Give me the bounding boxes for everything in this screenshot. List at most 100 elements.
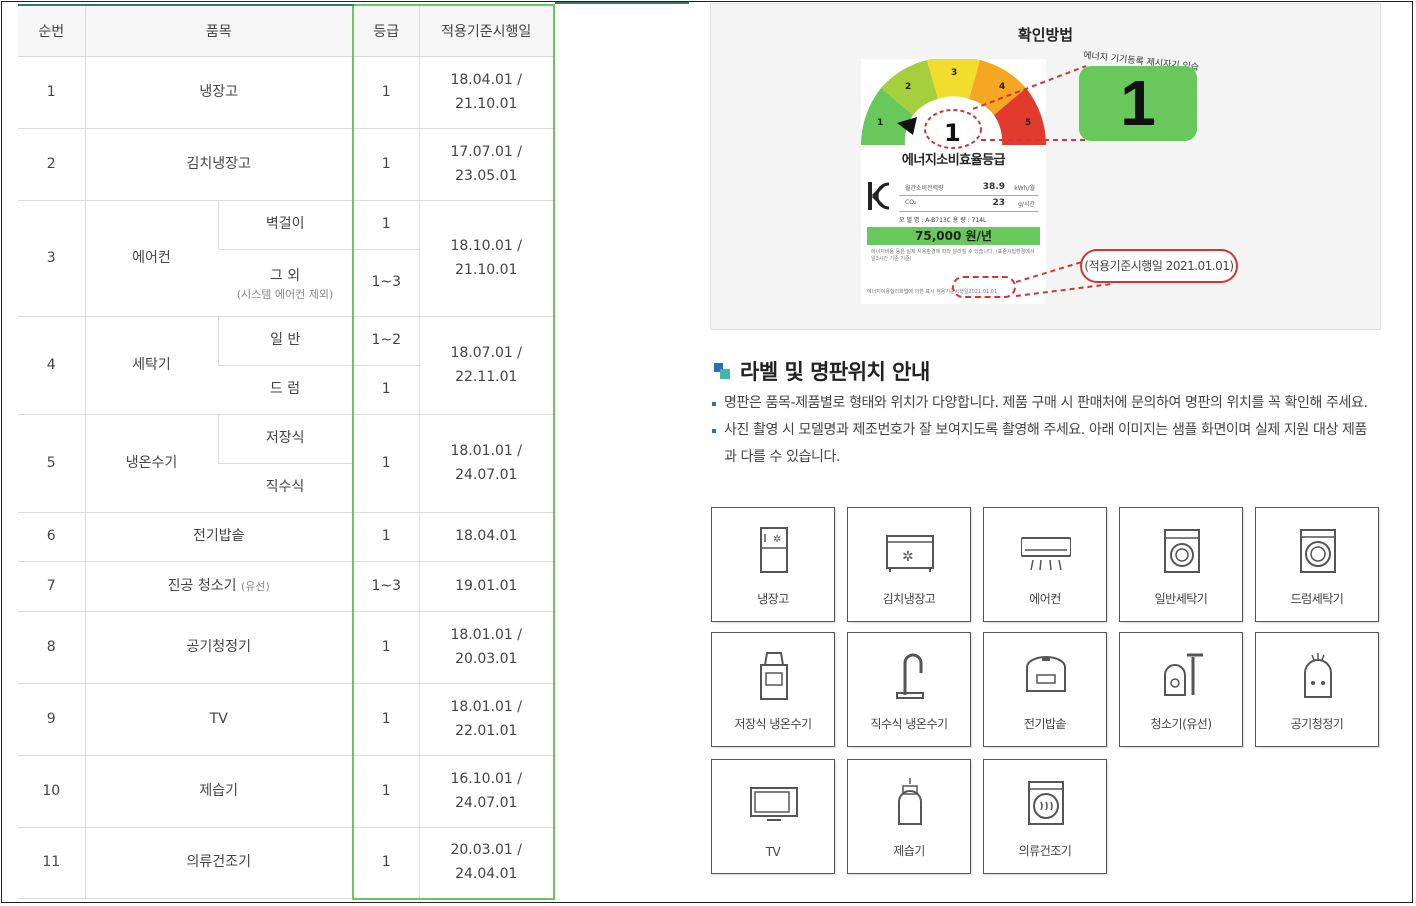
row-grade: 1~2 [352,316,420,366]
zoomed-grade-badge: 1 [1079,66,1197,141]
refrigerator-icon: ✲ [760,527,788,573]
dehumidifier-icon [898,778,922,825]
guide-title: 라벨 및 명판위치 안내 [740,360,930,384]
kimchi-refrigerator-icon: ✲ [886,535,934,572]
tile-air-purifier[interactable]: 공기청정기 [1255,632,1379,747]
row-item: 전기밥솥 [84,512,353,562]
row-item: 의류건조기 [84,827,353,899]
date-end: 24.07.01 [455,794,518,811]
row-item: 김치냉장고 [84,128,353,201]
tile-label: 저장식 냉온수기 [734,717,812,731]
tile-refrigerator[interactable]: ✲ 냉장고 [711,507,835,622]
row-no: 8 [18,611,85,684]
row-grade: 1~3 [352,249,420,317]
row-no: 4 [18,316,85,415]
date-end: 22.11.01 [455,368,518,385]
date-end: 21.10.01 [455,95,518,112]
date-end: 21.10.01 [455,261,518,278]
row-item: 진공 청소기 (유선) [84,561,353,612]
row-date: 18.01.01 / 24.07.01 [418,414,555,513]
table-row: 2 김치냉장고 1 17.07.01 / 23.05.01 [18,128,555,201]
tile-label: 에어컨 [1029,592,1061,606]
row-no: 7 [18,561,85,612]
table-row: 7 진공 청소기 (유선) 1~3 19.01.01 [18,561,555,612]
guide-bullet: 명판은 품목-제품별로 형태와 위치가 다양합니다. 제품 구매 시 판매처에 … [708,390,1378,417]
table-row: 8 공기청정기 1 18.01.01 / 20.03.01 [18,611,555,684]
tile-vacuum-cleaner[interactable]: 청소기(유선) [1119,632,1243,747]
row-subitem: 그 외 (시스템 에어컨 제외) [218,249,353,317]
top-load-washer-icon [1164,529,1200,573]
row-grade: 1 [352,56,420,129]
row-item: 공기청정기 [84,611,353,684]
air-purifier-icon [1304,653,1332,698]
storage-water-dispenser-icon [760,652,788,700]
header-item: 품목 [84,4,353,57]
row-subitem: 직수식 [218,463,353,513]
item-label: 진공 청소기 [167,577,237,594]
date-start: 18.01.01 / [450,698,522,715]
tile-rice-cooker[interactable]: 전기밥솥 [983,632,1107,747]
clothes-dryer-icon [1028,781,1064,825]
row-no: 3 [18,200,85,317]
row-grade: 1 [352,683,420,756]
grade-table: 순번 품목 등급 적용기준시행일 1 냉장고 1 18.04.01 / 21.10… [18,4,555,900]
tile-tv[interactable]: TV [711,759,835,874]
table-row: 4 세탁기 일 반 1~2 18.07.01 / 22.11.01 [18,316,555,415]
svg-text:✲: ✲ [773,534,781,545]
drum-washer-icon [1300,529,1336,573]
row-item: TV [84,683,353,756]
row-subitem: 저장식 [217,414,353,464]
tv-icon [750,787,798,821]
row-item: 에어컨 [84,200,218,317]
row-item: 세탁기 [84,316,218,415]
section-mark-icon [714,363,730,379]
tile-label: TV [765,845,781,859]
row-date: 18.01.01 / 22.01.01 [418,683,555,756]
tile-drum-washer[interactable]: 드럼세탁기 [1255,507,1379,622]
date-start: 20.03.01 / [450,841,522,858]
date-end: 20.03.01 [455,650,518,667]
date-end: 24.07.01 [455,466,518,483]
date-end: 24.04.01 [455,865,518,882]
row-no: 1 [18,56,85,129]
header-grade: 등급 [352,4,420,57]
tile-dehumidifier[interactable]: 제습기 [847,759,971,874]
row-item: 냉장고 [84,56,353,129]
tile-direct-water-dispenser[interactable]: 직수식 냉온수기 [847,632,971,747]
top-divider [555,2,689,4]
date-start: 17.07.01 / [450,143,522,160]
tile-kimchi-refrigerator[interactable]: ✲ 김치냉장고 [847,507,971,622]
tile-air-conditioner[interactable]: 에어컨 [983,507,1107,622]
callout-lines [972,65,1112,297]
tile-top-load-washer[interactable]: 일반세탁기 [1119,507,1243,622]
row-date: 18.04.01 / 21.10.01 [418,56,555,129]
row-no: 10 [18,755,85,828]
table-row: 1 냉장고 1 18.04.01 / 21.10.01 [18,56,555,129]
tile-label: 제습기 [893,844,925,858]
row-grade: 1 [352,827,420,900]
row-no: 5 [18,414,85,513]
row-date: 18.01.01 / 20.03.01 [418,611,555,684]
tile-label: 김치냉장고 [882,592,936,606]
row-grade: 1 [352,200,420,250]
table-row: 5 냉온수기 저장식 1 18.01.01 / 24.07.01 [18,414,555,513]
row-item: 냉온수기 [84,414,218,513]
table-row: 10 제습기 1 16.10.01 / 24.07.01 [18,755,555,828]
row-date: 19.01.01 [418,561,555,612]
row-grade: 1 [352,512,420,562]
vacuum-cleaner-icon [1164,653,1203,696]
row-grade: 1 [352,365,420,415]
row-grade: 1 [352,414,420,513]
svg-text:✲: ✲ [902,549,914,565]
tile-label: 드럼세탁기 [1290,592,1344,606]
table-header-row: 순번 품목 등급 적용기준시행일 [18,4,555,57]
tile-clothes-dryer[interactable]: 의류건조기 [983,759,1107,874]
row-date: 18.07.01 / 22.11.01 [418,316,555,415]
table-row: 3 에어컨 벽걸이 1 18.10.01 / 21.10.01 [18,200,555,317]
date-end: 23.05.01 [455,167,518,184]
tile-storage-water-dispenser[interactable]: 저장식 냉온수기 [711,632,835,747]
guide-bullet: 사진 촬영 시 모델명과 제조번호가 잘 보여지도록 촬영해 주세요. 아래 이… [708,417,1378,471]
rice-cooker-icon [1026,656,1066,692]
date-start: 18.01.01 / [450,626,522,643]
date-end: 22.01.01 [455,722,518,739]
